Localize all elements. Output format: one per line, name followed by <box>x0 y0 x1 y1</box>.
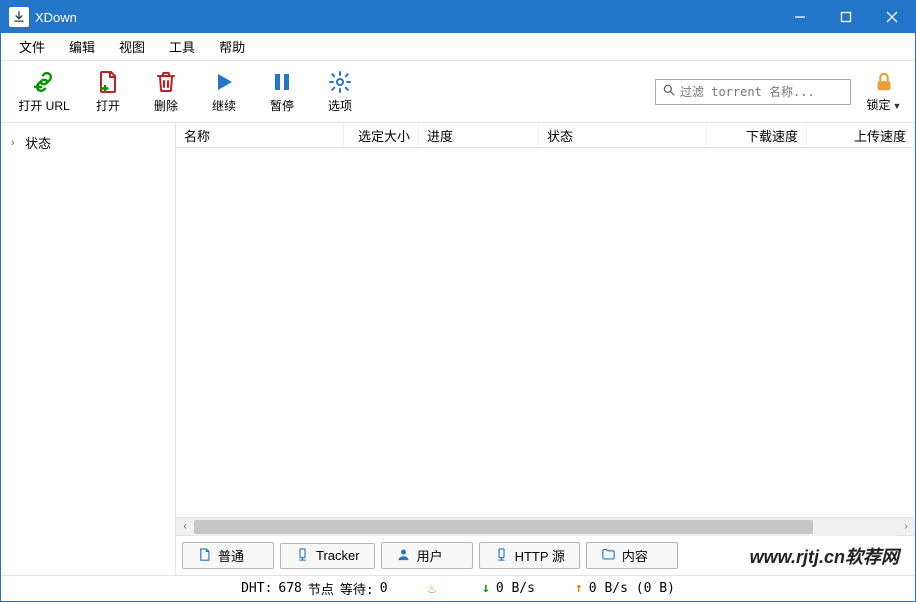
col-dl-speed[interactable]: 下载速度 <box>707 123 807 147</box>
grid-body <box>176 148 915 517</box>
document-icon <box>96 69 120 95</box>
options-button[interactable]: 选项 <box>311 64 369 120</box>
col-name[interactable]: 名称 <box>176 123 344 147</box>
open-label: 打开 <box>96 97 120 114</box>
menu-view[interactable]: 视图 <box>107 33 157 60</box>
download-speed: ↓ 0 B/s <box>482 581 535 596</box>
dht-nodes-suffix: 节点 <box>308 579 334 598</box>
tree-item-status[interactable]: › 状态 <box>5 129 171 156</box>
main-area: › 状态 名称 选定大小 进度 状态 下载速度 上传速度 ‹ › 普通 <box>1 123 915 575</box>
document-icon <box>197 547 212 565</box>
download-value: 0 B/s <box>496 581 535 596</box>
minimize-button[interactable] <box>777 1 823 33</box>
menu-file[interactable]: 文件 <box>7 33 57 60</box>
toolbar: 打开 URL 打开 删除 继续 暂停 选项 <box>1 61 915 123</box>
app-icon <box>9 7 29 27</box>
dht-status: DHT: 678 节点 等待: 0 <box>241 579 387 598</box>
flame-icon: ♨ <box>428 581 436 597</box>
resume-label: 继续 <box>212 97 236 114</box>
upload-arrow-icon: ↑ <box>575 581 583 596</box>
sidebar: › 状态 <box>1 123 176 575</box>
tab-general[interactable]: 普通 <box>182 542 274 569</box>
maximize-button[interactable] <box>823 1 869 33</box>
chevron-down-icon: ▼ <box>893 101 902 111</box>
titlebar: XDown <box>1 1 915 33</box>
menu-edit[interactable]: 编辑 <box>57 33 107 60</box>
tab-label: Tracker <box>316 548 360 563</box>
options-label: 选项 <box>328 97 352 114</box>
open-url-button[interactable]: 打开 URL <box>9 64 79 120</box>
scroll-left-button[interactable]: ‹ <box>176 518 194 536</box>
column-headers: 名称 选定大小 进度 状态 下载速度 上传速度 <box>176 123 915 148</box>
horizontal-scrollbar[interactable]: ‹ › <box>176 517 915 535</box>
upload-value: 0 B/s (0 B) <box>589 581 675 596</box>
tab-label: HTTP 源 <box>515 546 565 565</box>
tree-item-label: 状态 <box>25 133 51 152</box>
delete-label: 删除 <box>154 97 178 114</box>
tab-http-source[interactable]: HTTP 源 <box>479 542 580 569</box>
wait-label: 等待: <box>340 579 374 598</box>
delete-button[interactable]: 删除 <box>137 64 195 120</box>
tab-peers[interactable]: 用户 <box>381 542 473 569</box>
content-panel: 名称 选定大小 进度 状态 下载速度 上传速度 ‹ › 普通 Tracker <box>176 123 915 575</box>
col-status[interactable]: 状态 <box>539 123 707 147</box>
play-icon <box>212 69 236 95</box>
menu-help[interactable]: 帮助 <box>207 33 257 60</box>
download-arrow-icon: ↓ <box>482 581 490 596</box>
chevron-right-icon: › <box>11 137 25 149</box>
scroll-track[interactable] <box>194 518 897 536</box>
col-progress[interactable]: 进度 <box>419 123 539 147</box>
col-ul-speed[interactable]: 上传速度 <box>807 123 915 147</box>
scroll-thumb[interactable] <box>194 520 813 534</box>
resume-button[interactable]: 继续 <box>195 64 253 120</box>
upload-speed: ↑ 0 B/s (0 B) <box>575 581 675 596</box>
tab-label: 用户 <box>417 546 443 565</box>
open-url-label: 打开 URL <box>18 97 69 114</box>
dht-nodes: 678 <box>278 581 301 596</box>
lock-label: 锁定 <box>867 98 891 112</box>
statusbar: DHT: 678 节点 等待: 0 ♨ ↓ 0 B/s ↑ 0 B/s (0 B… <box>1 575 915 601</box>
detail-tabs: 普通 Tracker 用户 HTTP 源 内容 www.rjtj.cn软荐网 <box>176 535 915 575</box>
trash-icon <box>154 69 178 95</box>
link-icon <box>32 69 56 95</box>
dht-label: DHT: <box>241 581 272 596</box>
lock-icon <box>873 71 895 96</box>
close-button[interactable] <box>869 1 915 33</box>
tab-tracker[interactable]: Tracker <box>280 543 375 569</box>
col-selected-size[interactable]: 选定大小 <box>344 123 419 147</box>
menu-tools[interactable]: 工具 <box>157 33 207 60</box>
user-icon <box>396 547 411 565</box>
pause-icon <box>270 69 294 95</box>
menubar: 文件 编辑 视图 工具 帮助 <box>1 33 915 61</box>
scroll-right-button[interactable]: › <box>897 518 915 536</box>
folder-icon <box>601 547 616 565</box>
tab-label: 普通 <box>218 546 244 565</box>
firewall-status: ♨ <box>428 581 442 597</box>
lock-button[interactable]: 锁定▼ <box>861 64 907 120</box>
search-icon <box>662 83 680 100</box>
server-icon <box>494 547 509 565</box>
pause-label: 暂停 <box>270 97 294 114</box>
open-button[interactable]: 打开 <box>79 64 137 120</box>
search-box[interactable] <box>655 79 851 105</box>
tab-label: 内容 <box>622 546 648 565</box>
window-title: XDown <box>35 10 777 25</box>
tab-content[interactable]: 内容 <box>586 542 678 569</box>
wait-value: 0 <box>380 581 388 596</box>
watermark-text: www.rjtj.cn软荐网 <box>750 543 909 569</box>
gear-icon <box>328 69 352 95</box>
server-icon <box>295 547 310 565</box>
pause-button[interactable]: 暂停 <box>253 64 311 120</box>
search-input[interactable] <box>680 85 844 99</box>
